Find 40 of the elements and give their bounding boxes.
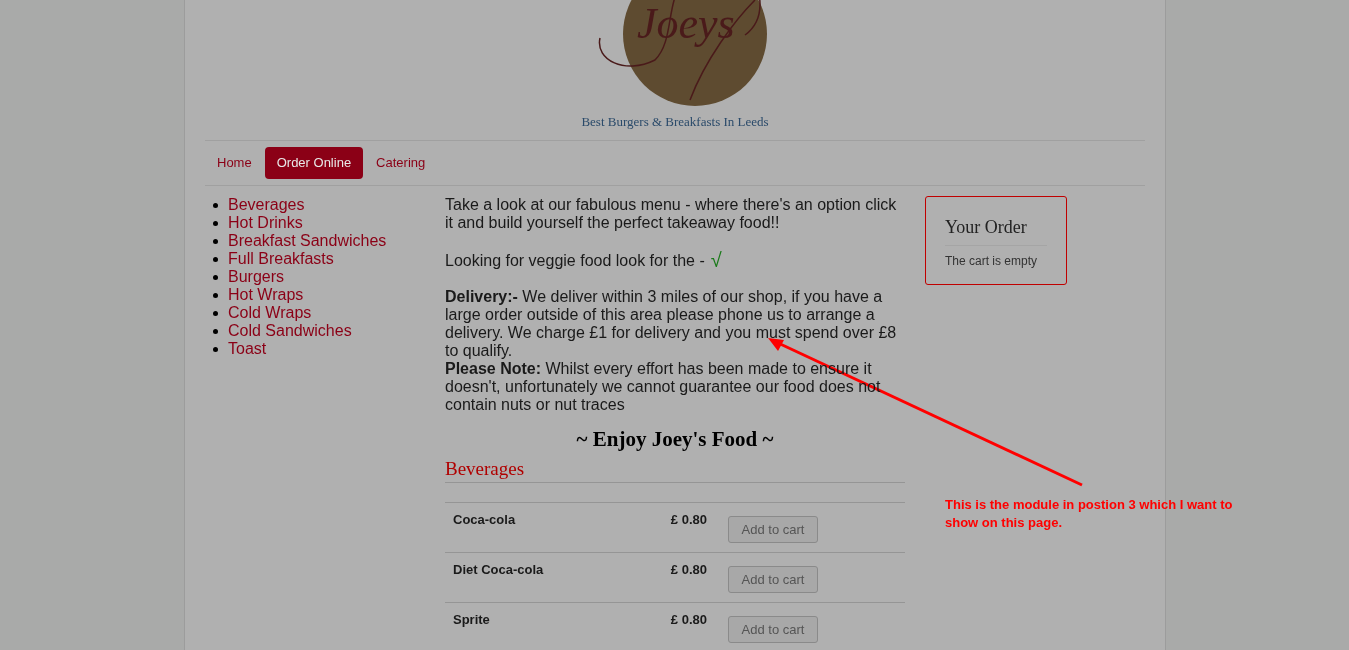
veggie-text: Looking for veggie food look for the - xyxy=(445,252,705,270)
tagline: Best Burgers & Breakfasts In Leeds xyxy=(581,113,769,131)
bullet-icon xyxy=(213,328,218,334)
category-link[interactable]: Toast xyxy=(228,340,267,358)
category-link[interactable]: Cold Wraps xyxy=(228,304,312,322)
item-price: £ 0.80 xyxy=(669,511,707,529)
item-name: Sprite xyxy=(452,611,491,629)
nav-tab[interactable]: Home xyxy=(207,147,262,179)
category-link[interactable]: Burgers xyxy=(228,268,285,286)
category-link[interactable]: Breakfast Sandwiches xyxy=(228,232,387,250)
add-to-cart-button[interactable]: Add to cart xyxy=(728,566,818,593)
add-to-cart-button[interactable]: Add to cart xyxy=(728,616,818,643)
category-link[interactable]: Hot Drinks xyxy=(228,214,303,232)
item-price: £ 0.80 xyxy=(669,561,707,579)
item-price: £ 0.80 xyxy=(669,611,707,629)
cart-status: The cart is empty xyxy=(945,253,1039,270)
order-title: Your Order xyxy=(945,214,1047,246)
category-link[interactable]: Cold Sandwiches xyxy=(228,322,352,340)
delivery-text: Delivery:- We deliver within 3 miles of our shop, if you have a large order outside of this area please phone us to arrange a delivery. We charge £1 for delivery and you must spend over £8 to qualify. xyxy=(445,288,898,360)
item-name: Diet Coca-cola xyxy=(452,561,545,579)
add-to-cart-button[interactable]: Add to cart xyxy=(728,516,818,543)
intro-text: Take a look at our fabulous menu - where there's an option click it and build yourself the perfect takeaway food!! xyxy=(445,196,898,232)
item-name: Coca-cola xyxy=(452,511,517,529)
veggie-mark: √ xyxy=(710,250,722,270)
category-link[interactable]: Hot Wraps xyxy=(228,286,304,304)
bullet-icon xyxy=(213,256,218,262)
nav-tab[interactable]: Order Online xyxy=(264,147,364,179)
bullet-icon xyxy=(213,292,218,298)
bullet-icon xyxy=(213,310,218,316)
annotation-text: This is the module in postion 3 which I want to show on this page. xyxy=(945,496,1234,532)
bullet-icon xyxy=(213,202,218,208)
enjoy-heading: ~ Enjoy Joey's Food ~ xyxy=(575,426,775,452)
bullet-icon xyxy=(213,238,218,244)
section-heading: Beverages xyxy=(445,460,905,483)
bullet-icon xyxy=(213,346,218,352)
bullet-icon xyxy=(213,274,218,280)
nav-tab[interactable]: Catering xyxy=(366,147,436,179)
bullet-icon xyxy=(213,220,218,226)
category-link[interactable]: Full Breakfasts xyxy=(228,250,334,268)
category-link[interactable]: Beverages xyxy=(228,196,305,214)
